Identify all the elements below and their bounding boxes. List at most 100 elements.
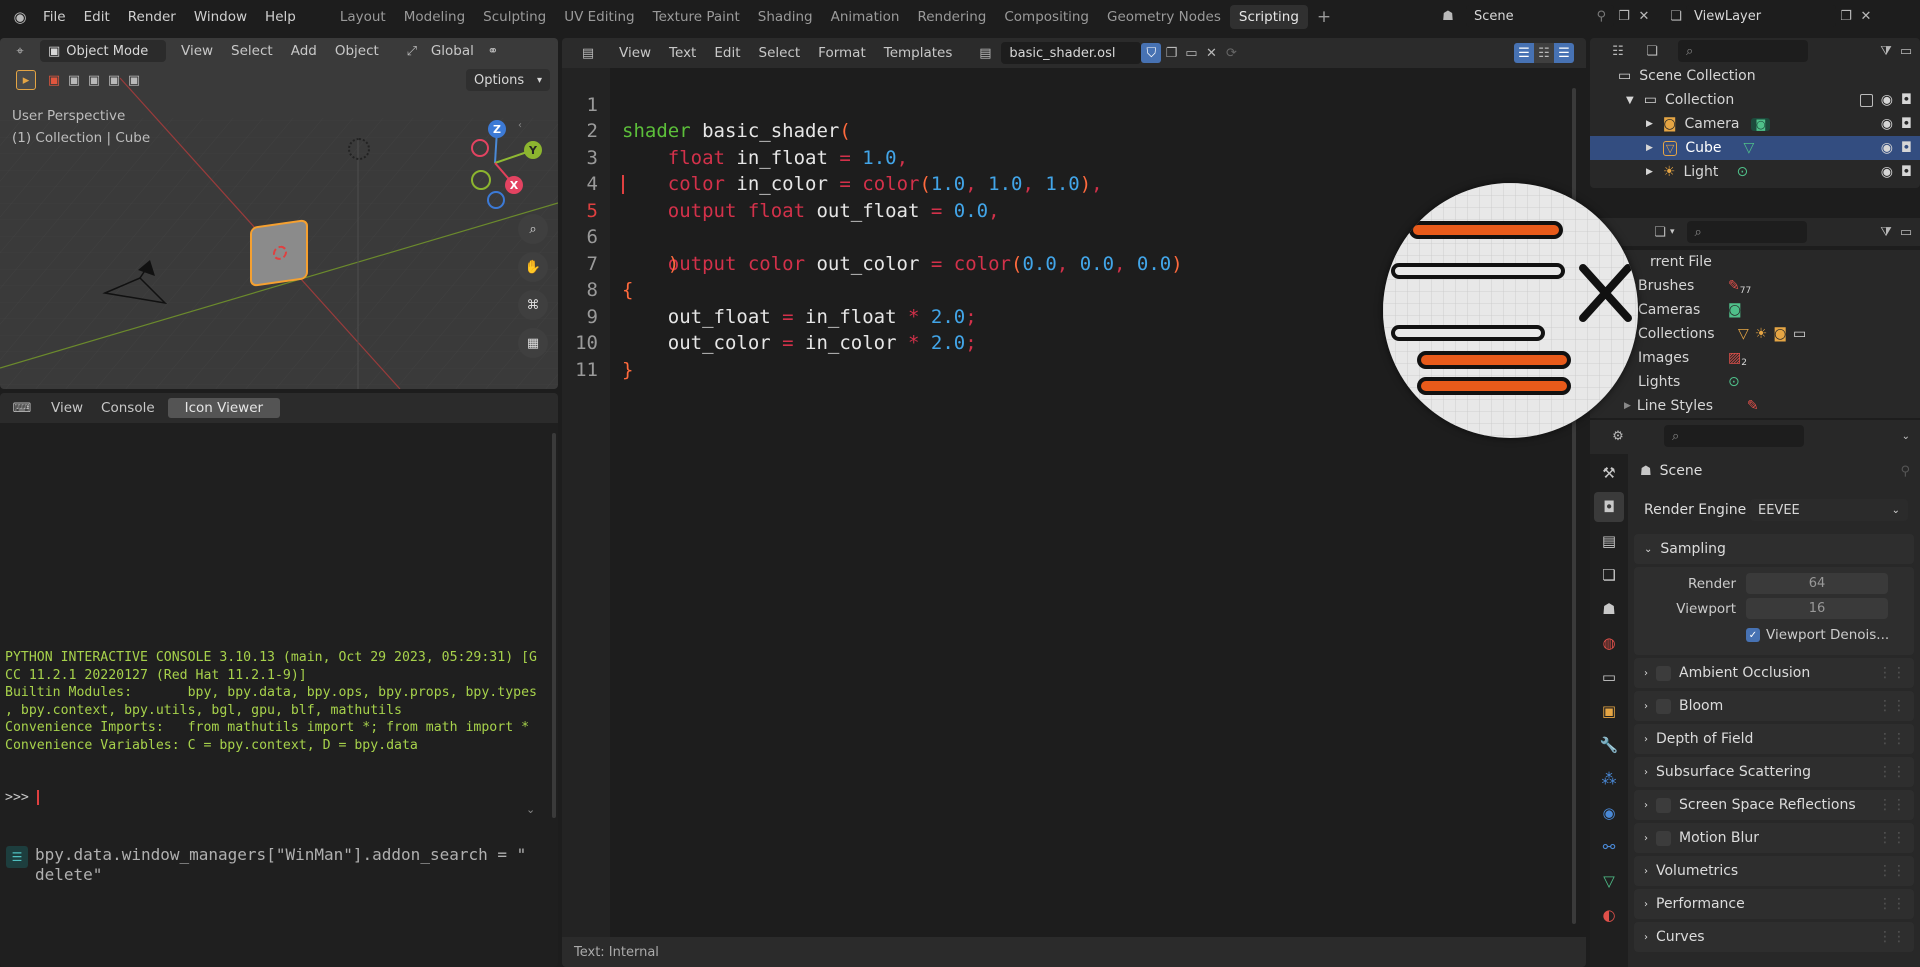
select-subtract-icon[interactable]: ▣: [84, 70, 104, 90]
render-engine-dropdown[interactable]: EEVEE ⌄: [1750, 499, 1908, 521]
visibility-eye-icon[interactable]: ◉: [1881, 116, 1893, 132]
tab-texture-paint[interactable]: Texture Paint: [644, 5, 749, 29]
depth-of-field-panel[interactable]: › Depth of Field ⋮⋮: [1634, 724, 1914, 754]
snap-link-icon[interactable]: ⚭: [483, 41, 503, 61]
tab-animation[interactable]: Animation: [822, 5, 909, 29]
menu-edit[interactable]: Edit: [75, 9, 119, 25]
tab-layout[interactable]: Layout: [331, 5, 395, 29]
python-console[interactable]: ⌨ View Console Icon Viewer PYTHON INTERA…: [0, 393, 558, 967]
render-camera-icon[interactable]: ◘: [1901, 164, 1912, 180]
object-tab-icon[interactable]: ▣: [1594, 696, 1624, 726]
drag-handle-icon[interactable]: ⋮⋮: [1878, 797, 1906, 813]
output-tab-icon[interactable]: ▤: [1594, 526, 1624, 556]
tool-tab-icon[interactable]: ⚒: [1594, 458, 1624, 488]
render-tab-icon[interactable]: ◘: [1594, 492, 1624, 522]
world-tab-icon[interactable]: ◍: [1594, 628, 1624, 658]
light-data-icon[interactable]: ⊙: [1736, 164, 1748, 180]
view-layer-icon[interactable]: ❏: [1666, 6, 1686, 26]
collection-tab-icon[interactable]: ▭: [1594, 662, 1624, 692]
bloom-panel[interactable]: › Bloom ⋮⋮: [1634, 691, 1914, 721]
tab-modeling[interactable]: Modeling: [395, 5, 474, 29]
tab-geometry-nodes[interactable]: Geometry Nodes: [1098, 5, 1230, 29]
select-extend-icon[interactable]: ▣: [64, 70, 84, 90]
menu-file[interactable]: File: [34, 9, 75, 25]
console-menu-view[interactable]: View: [42, 400, 92, 416]
drag-handle-icon[interactable]: ⋮⋮: [1878, 698, 1906, 714]
render-samples-field[interactable]: 64: [1746, 573, 1888, 594]
viewport-samples-field[interactable]: 16: [1746, 598, 1888, 619]
properties-search[interactable]: ⌕: [1664, 425, 1804, 447]
add-workspace-button[interactable]: +: [1308, 3, 1340, 31]
mesh-data-icon[interactable]: ▽: [1744, 140, 1755, 156]
outliner-row-camera[interactable]: ▶ ◙ Camera ◙ ◉ ◘: [1590, 112, 1920, 136]
transform-orientation-selector[interactable]: Global: [422, 43, 483, 59]
blend-row-line-styles[interactable]: ▶ Line Styles ✎: [1590, 394, 1920, 418]
collapse-arrow-icon[interactable]: ‹: [518, 120, 522, 131]
properties-editor-type-icon[interactable]: ⚙: [1608, 426, 1628, 446]
perspective-toggle-icon[interactable]: ▦: [518, 328, 548, 358]
light-object-icon[interactable]: [348, 138, 370, 160]
scene-icon[interactable]: ☗: [1438, 6, 1458, 26]
ambient-occlusion-checkbox[interactable]: [1656, 665, 1671, 681]
filter-icon[interactable]: ⧩: [1876, 41, 1896, 61]
editor-menu-edit[interactable]: Edit: [705, 45, 749, 61]
tab-sculpting[interactable]: Sculpting: [474, 5, 555, 29]
view-layer-selector[interactable]: ViewLayer: [1686, 5, 1836, 27]
outliner-row-collection[interactable]: ▼ ▭ Collection ◉ ◘: [1590, 88, 1920, 112]
tab-rendering[interactable]: Rendering: [908, 5, 995, 29]
expand-arrow-icon[interactable]: ▼: [1626, 95, 1634, 106]
drag-handle-icon[interactable]: ⋮⋮: [1878, 764, 1906, 780]
subsurface-scattering-panel[interactable]: › Subsurface Scattering ⋮⋮: [1634, 757, 1914, 787]
pin-icon[interactable]: ⚲: [1596, 9, 1606, 24]
properties-editor[interactable]: ⚙ ⌕ ⌄ ⚒ ◘ ▤ ❏ ☗ ◍ ▭ ▣ 🔧 ⁂ ◉ ⚯ ▽ ◐ ☗ Scen…: [1590, 420, 1920, 967]
drag-handle-icon[interactable]: ⋮⋮: [1878, 731, 1906, 747]
blend-file-display-icon[interactable]: ❏: [1650, 222, 1670, 242]
ssr-checkbox[interactable]: [1656, 797, 1671, 813]
viewport-menu-add[interactable]: Add: [282, 43, 326, 59]
blend-row-brushes[interactable]: Brushes ✎ 77: [1590, 274, 1920, 298]
delete-scene-icon[interactable]: ✕: [1634, 6, 1654, 26]
blend-row-collections[interactable]: Collections ▽ ☀ ◙ ▭: [1590, 322, 1920, 346]
editor-menu-templates[interactable]: Templates: [875, 45, 962, 61]
editor-menu-view[interactable]: View: [610, 45, 660, 61]
new-view-layer-icon[interactable]: ❐: [1836, 6, 1856, 26]
render-camera-icon[interactable]: ◘: [1901, 140, 1912, 156]
pan-hand-icon[interactable]: ✋: [518, 252, 548, 282]
tab-scripting[interactable]: Scripting: [1229, 5, 1308, 29]
expand-arrow-icon[interactable]: ▶: [1646, 143, 1653, 153]
expand-arrow-icon[interactable]: ▶: [1646, 119, 1653, 129]
expand-arrow-icon[interactable]: ▶: [1646, 167, 1653, 177]
sampling-panel-header[interactable]: ⌄ Sampling: [1634, 534, 1914, 564]
console-prompt[interactable]: >>>: [5, 789, 37, 807]
exclude-checkbox[interactable]: [1859, 93, 1873, 107]
modifier-tab-icon[interactable]: 🔧: [1594, 730, 1624, 760]
camera-data-icon[interactable]: ◙: [1751, 117, 1771, 131]
curves-panel[interactable]: › Curves ⋮⋮: [1634, 922, 1914, 952]
delete-view-layer-icon[interactable]: ✕: [1856, 6, 1876, 26]
data-tab-icon[interactable]: ▽: [1594, 866, 1624, 896]
cube-object[interactable]: [250, 218, 308, 288]
outliner-row-cube[interactable]: ▶ ▽ Cube ▽ ◉ ◘: [1590, 136, 1920, 160]
blend-row-images[interactable]: Images ▨ 2: [1590, 346, 1920, 370]
text-file-selector[interactable]: basic_shader.osl: [1001, 42, 1142, 64]
editor-menu-format[interactable]: Format: [809, 45, 875, 61]
scene-tab-icon[interactable]: ☗: [1594, 594, 1624, 624]
tab-shading[interactable]: Shading: [749, 5, 822, 29]
particles-tab-icon[interactable]: ⁂: [1594, 764, 1624, 794]
drag-handle-icon[interactable]: ⋮⋮: [1878, 896, 1906, 912]
bloom-checkbox[interactable]: [1656, 698, 1671, 714]
expand-arrow-icon[interactable]: ▶: [1624, 401, 1631, 411]
console-menu-console[interactable]: Console: [92, 400, 164, 416]
scene-selector[interactable]: Scene ⚲: [1466, 5, 1614, 27]
constraints-tab-icon[interactable]: ⚯: [1594, 832, 1624, 862]
text-datablock-icon[interactable]: ▤: [975, 43, 995, 63]
menu-help[interactable]: Help: [256, 9, 305, 25]
select-tool-icon[interactable]: ▸: [16, 70, 36, 90]
fake-user-shield-icon[interactable]: ⛉: [1141, 43, 1162, 63]
drag-handle-icon[interactable]: ⋮⋮: [1878, 665, 1906, 681]
outliner[interactable]: ☷ ❏ ⌕ ⧩ ▭ ▭ Scene Collection ▼ ▭ Collect…: [1590, 38, 1920, 188]
outliner-row-scene-collection[interactable]: ▭ Scene Collection: [1590, 64, 1920, 88]
viewport-menu-view[interactable]: View: [172, 43, 222, 59]
blend-row-cameras[interactable]: Cameras ◙: [1590, 298, 1920, 322]
visibility-eye-icon[interactable]: ◉: [1881, 140, 1893, 156]
